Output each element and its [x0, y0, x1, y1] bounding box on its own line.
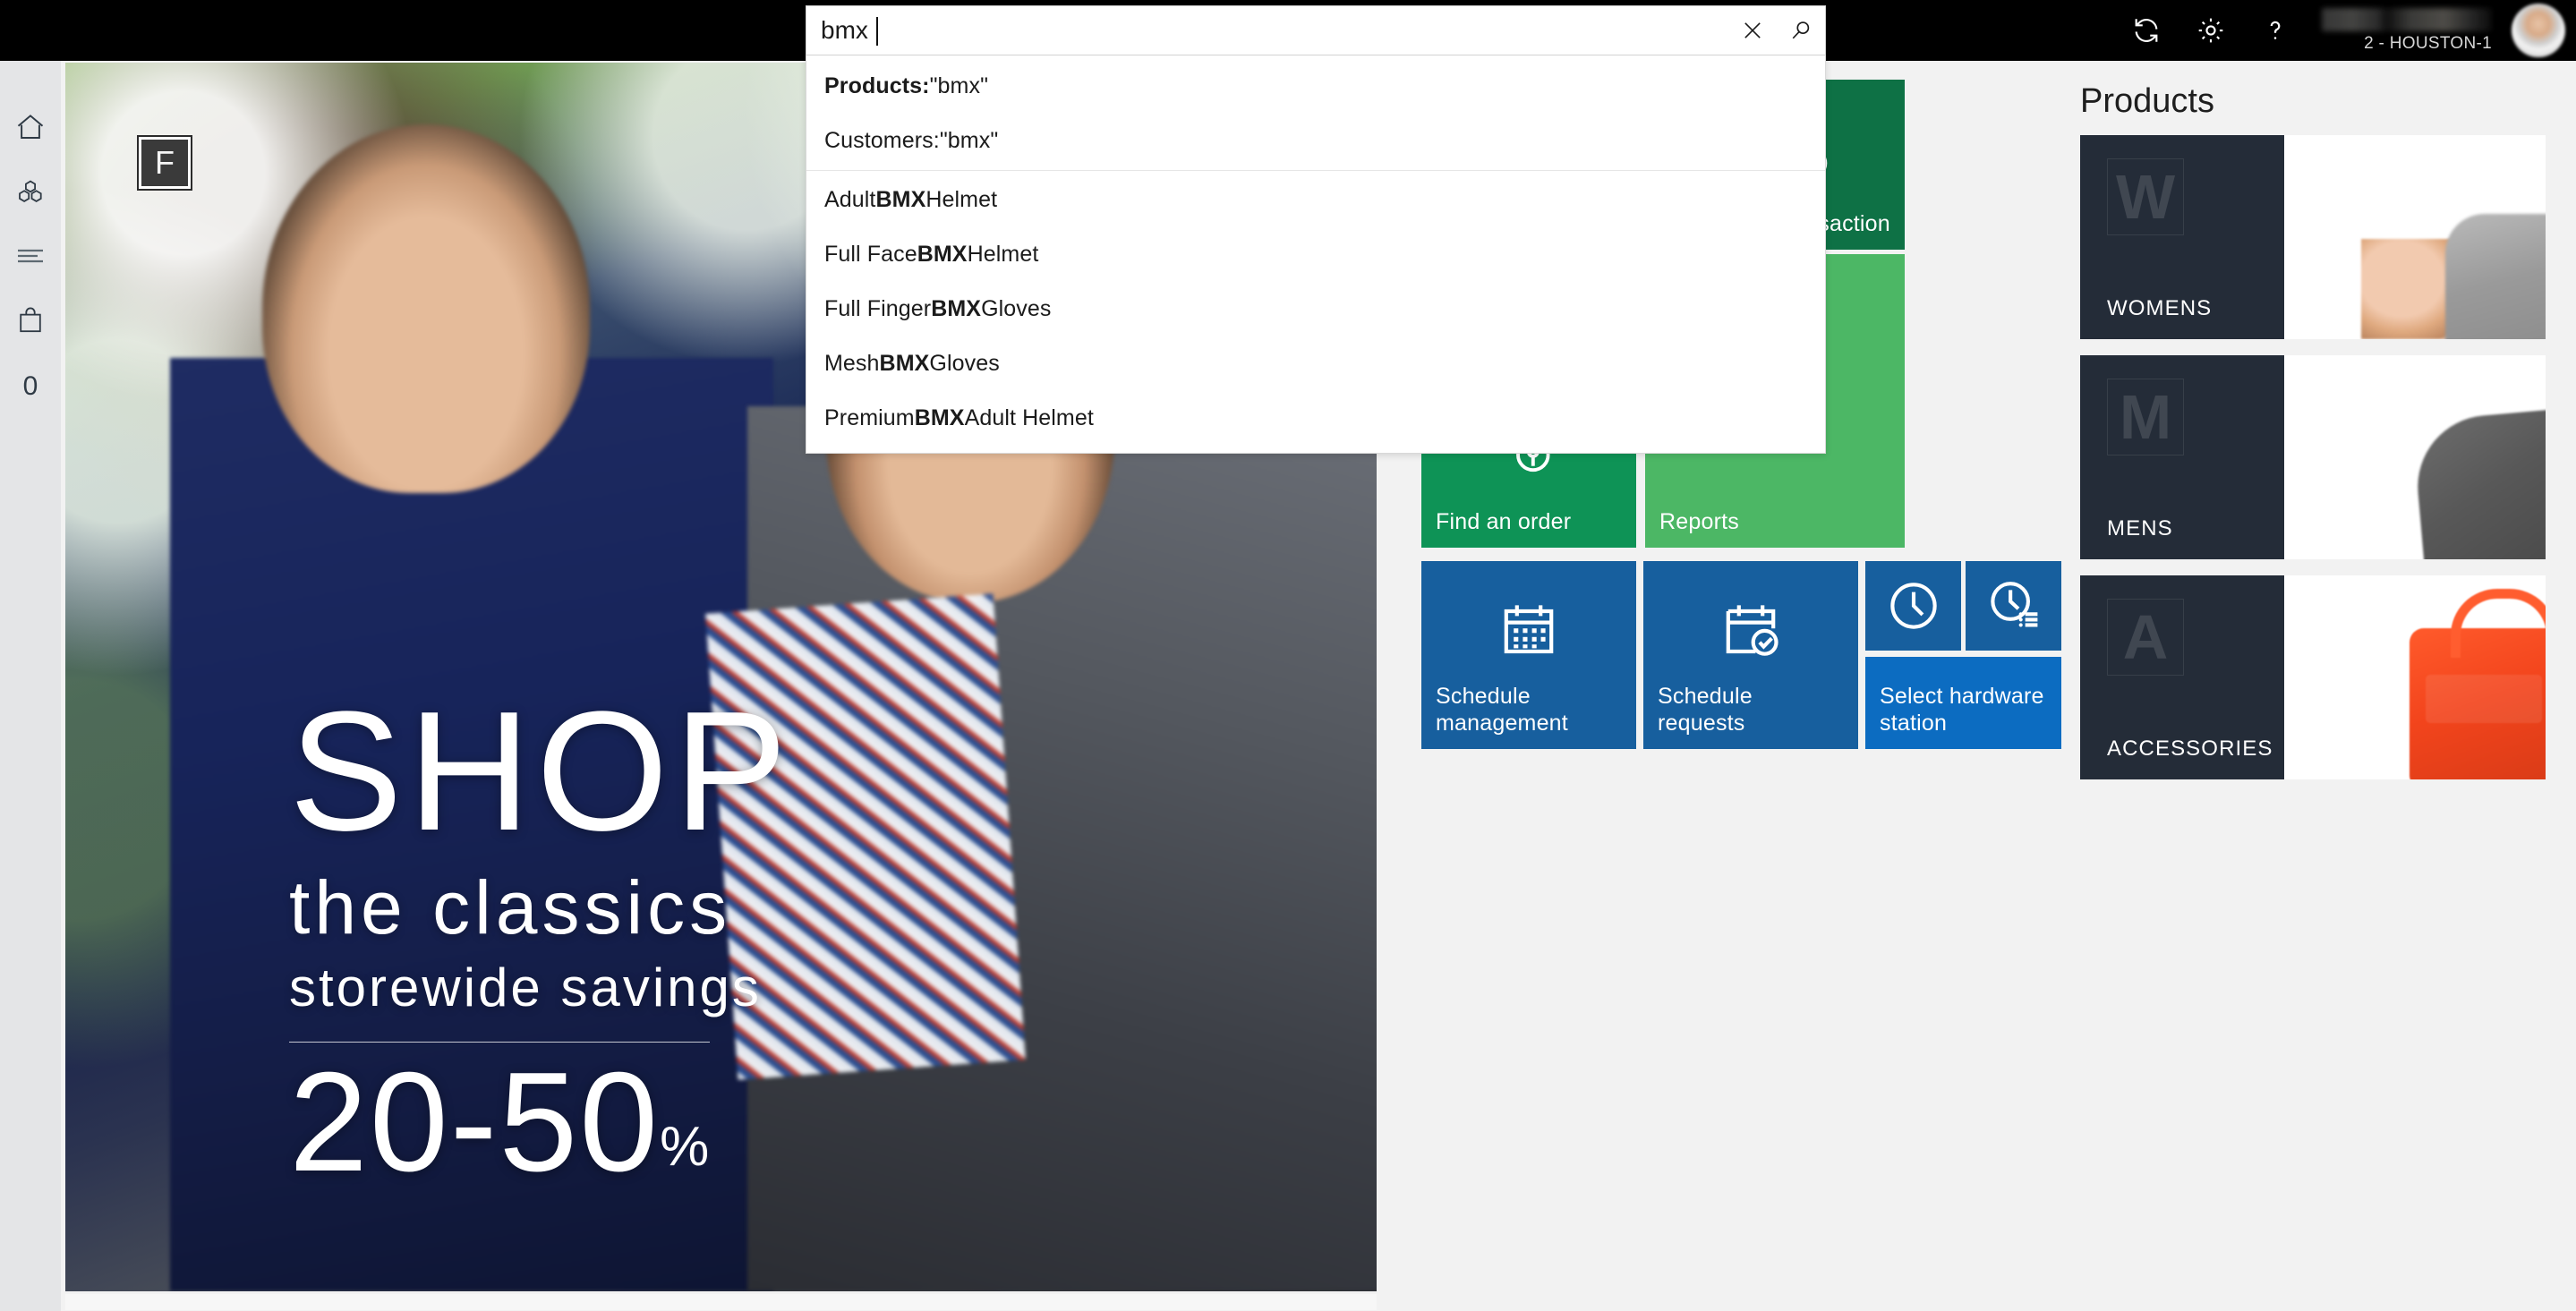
hero-discount-percent: %: [660, 1116, 710, 1178]
list-item[interactable]: Premium BMX Adult Helmet: [806, 391, 1825, 446]
sidebar-item-home[interactable]: [0, 97, 61, 161]
card-image: [2284, 575, 2546, 779]
products-panel: Products W WOMENS M MENS A ACCESSORIES: [2057, 66, 2576, 796]
tile-label: Schedule management: [1436, 684, 1568, 736]
page-title: Products: [2080, 82, 2214, 120]
suggestion-post: Gloves: [929, 351, 1000, 376]
hero-discount-range: 20-50: [289, 1043, 661, 1201]
tile-schedule-management[interactable]: Schedule management: [1421, 561, 1636, 749]
product-category-card-mens[interactable]: M MENS: [2080, 355, 2546, 559]
suggestion-match: BMX: [875, 187, 926, 212]
sync-icon[interactable]: [2114, 0, 2179, 61]
tile-label: Schedule requests: [1658, 684, 1753, 736]
suggestion-post: Gloves: [981, 296, 1052, 321]
pos-application: 2 - HOUSTON-1 Products: "bmx": [0, 0, 2576, 1311]
cart-count: 0: [22, 371, 38, 401]
sleeve-image: [2445, 214, 2546, 339]
sidebar-item-products[interactable]: [0, 161, 61, 226]
divider: [806, 170, 1825, 171]
product-category-card-accessories[interactable]: A ACCESSORIES: [2080, 575, 2546, 779]
search-suggestions: Products: "bmx" Customers: "bmx" Adult B…: [806, 55, 1826, 454]
category-initial: A: [2107, 599, 2184, 676]
suggestion-term: "bmx": [939, 128, 999, 153]
gear-icon[interactable]: [2179, 0, 2243, 61]
sidebar-item-cart[interactable]: [0, 290, 61, 354]
clock-icon: [1865, 561, 1961, 651]
suggestion-customers-group[interactable]: Customers: "bmx": [806, 114, 1825, 168]
search-icon[interactable]: [1777, 5, 1825, 55]
tile-select-hardware-station[interactable]: Select hardware station: [1865, 657, 2061, 749]
list-item[interactable]: Full Finger BMX Gloves: [806, 282, 1825, 336]
card-thumb: A ACCESSORIES: [2080, 575, 2284, 779]
hero-discount: 20-50 %: [289, 1051, 1377, 1193]
suggestion-post: Helmet: [967, 242, 1039, 267]
suggestion-label: Customers:: [824, 128, 940, 153]
calendar-icon: [1436, 575, 1622, 684]
hero-bottom-strip: [65, 1294, 1377, 1310]
tile-label: Reports: [1659, 508, 1739, 534]
suggestion-pre: Mesh: [824, 351, 880, 376]
tile-time-clock-entries[interactable]: [1966, 561, 2061, 651]
global-search: Products: "bmx" Customers: "bmx" Adult B…: [806, 5, 1826, 454]
close-icon[interactable]: [1728, 5, 1777, 55]
suggestion-pre: Adult: [824, 187, 876, 212]
suggestion-term: "bmx": [929, 73, 989, 98]
card-image: [2284, 135, 2546, 339]
avatar[interactable]: [2512, 4, 2565, 57]
suggestion-label: Products:: [824, 73, 930, 98]
suit-image: [2411, 404, 2546, 559]
suggestion-match: BMX: [879, 351, 930, 376]
card-thumb: M MENS: [2080, 355, 2284, 559]
shopping-bag-icon: [15, 304, 46, 341]
tile-label: Find an order: [1436, 508, 1572, 534]
search-input[interactable]: [806, 7, 1728, 54]
divider: [289, 1042, 710, 1043]
card-image: [2284, 355, 2546, 559]
search-box[interactable]: [806, 5, 1826, 55]
cart-count-badge[interactable]: 0: [0, 354, 61, 419]
user-info[interactable]: 2 - HOUSTON-1: [2322, 0, 2512, 61]
sidebar-item-transactions[interactable]: [0, 226, 61, 290]
store-label: 2 - HOUSTON-1: [2364, 33, 2492, 53]
category-initial: M: [2107, 379, 2184, 455]
hero-subhead-1: the classics: [289, 865, 732, 949]
suggestion-match: BMX: [931, 296, 982, 321]
suggestion-post: Helmet: [925, 187, 998, 212]
suggestion-match: BMX: [914, 405, 965, 430]
tile-time-clock[interactable]: [1865, 561, 1961, 651]
list-item[interactable]: Mesh BMX Gloves: [806, 336, 1825, 391]
user-name: [2322, 7, 2492, 31]
list-item[interactable]: Adult BMX Helmet: [806, 173, 1825, 227]
tile-label: Select hardware station: [1880, 684, 2044, 736]
hero-subhead-2: storewide savings: [289, 958, 762, 1017]
sidebar: 0: [0, 0, 61, 1311]
category-name: WOMENS: [2107, 296, 2213, 320]
category-name: MENS: [2107, 516, 2173, 541]
list-item[interactable]: Full Face BMX Helmet: [806, 227, 1825, 282]
category-initial: W: [2107, 158, 2184, 235]
suggestion-pre: Full Face: [824, 242, 917, 267]
card-thumb: W WOMENS: [2080, 135, 2284, 339]
hero-headline: SHOP: [289, 676, 793, 866]
text-caret: [876, 17, 878, 46]
product-category-card-womens[interactable]: W WOMENS: [2080, 135, 2546, 339]
suggestion-products-group[interactable]: Products: "bmx": [806, 59, 1825, 114]
list-icon: [14, 244, 47, 272]
handbag-image: [2410, 589, 2546, 779]
suggestion-post: Adult Helmet: [964, 405, 1094, 430]
calendar-check-icon: [1658, 575, 1844, 684]
cubes-icon: [14, 175, 47, 212]
tile-schedule-requests[interactable]: Schedule requests: [1643, 561, 1858, 749]
category-name: ACCESSORIES: [2107, 736, 2273, 761]
help-icon[interactable]: [2243, 0, 2307, 61]
suggestion-pre: Premium: [824, 405, 915, 430]
home-icon: [14, 111, 47, 148]
suggestion-match: BMX: [917, 242, 968, 267]
suggestion-pre: Full Finger: [824, 296, 932, 321]
clock-list-icon: [1966, 561, 2061, 651]
header-actions: 2 - HOUSTON-1: [2114, 0, 2576, 61]
